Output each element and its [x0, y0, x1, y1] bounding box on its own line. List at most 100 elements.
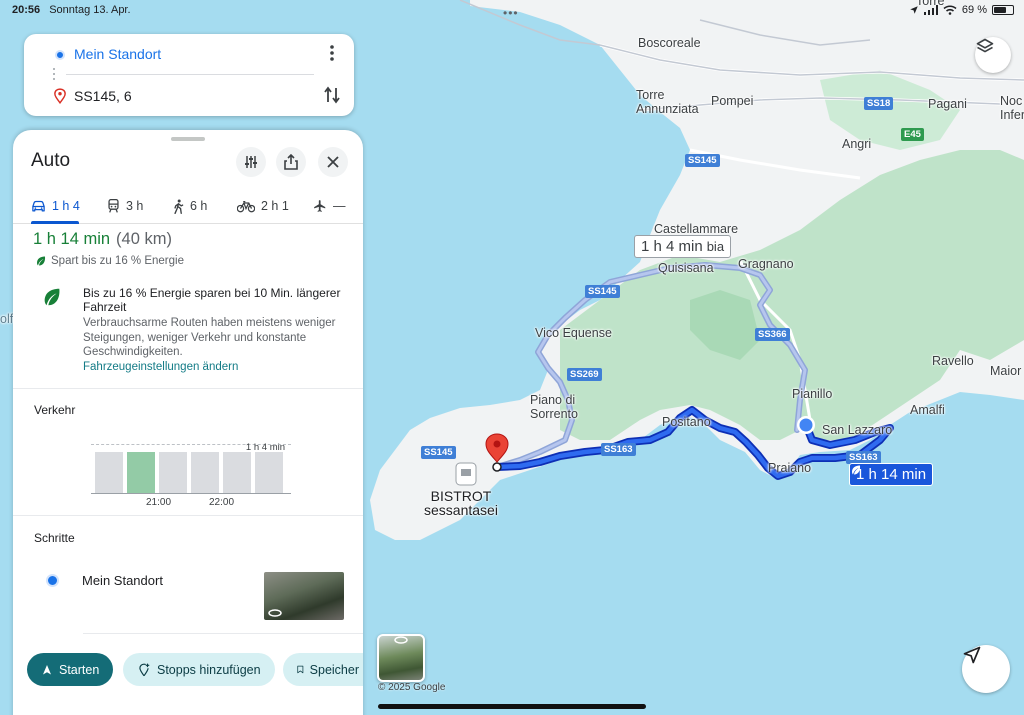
- map-label-san-lazzaro: San Lazzaro: [822, 423, 893, 437]
- save-button-label: Speicher: [309, 662, 359, 677]
- signal-icon: [923, 5, 938, 15]
- map-label-piano-di-sorrento: Piano di Sorrento: [530, 393, 578, 421]
- status-bar: 20:56 Sonntag 13. Apr. 69 %: [0, 0, 1024, 20]
- step-origin-label: Mein Standort: [82, 573, 163, 588]
- walk-icon: [174, 199, 184, 214]
- map-label-torre-annunziata: Torre Annunziata: [636, 88, 699, 116]
- map-label-bistrot[interactable]: BISTROT sessantasei: [424, 489, 498, 517]
- map-label-pompei: Pompei: [711, 94, 754, 108]
- vehicle-settings-link[interactable]: Fahrzeugeinstellungen ändern: [83, 360, 349, 374]
- leaf-icon: [37, 256, 46, 266]
- add-stops-button[interactable]: Stopps hinzufügen: [123, 653, 275, 686]
- tab-flight-label: —: [333, 199, 346, 213]
- street-view-icon: [268, 609, 282, 617]
- tab-walk[interactable]: 6 h: [173, 194, 207, 218]
- chart-tick-2100: 21:00: [146, 497, 172, 508]
- status-date: Sonntag 13. Apr.: [49, 4, 131, 16]
- battery-percent: 69 %: [961, 4, 987, 16]
- close-icon: [327, 156, 339, 168]
- location-arrow-icon: [910, 6, 918, 14]
- map-label-pagani: Pagani: [928, 97, 967, 111]
- road-shield-e45: E45: [901, 128, 924, 141]
- tab-transit-label: 3 h: [126, 199, 144, 213]
- navigation-arrow-icon: [963, 646, 981, 664]
- traffic-bar: [255, 452, 283, 493]
- energy-savings-line: Spart bis zu 16 % Energie: [35, 255, 184, 267]
- step-origin-dot-icon: [46, 574, 59, 587]
- road-shield-ss18: SS18: [864, 97, 894, 110]
- route-summary: 1 h 14 min (40 km): [33, 230, 172, 249]
- panel-grabber[interactable]: [171, 137, 205, 141]
- start-button[interactable]: Starten: [27, 653, 114, 686]
- road-shield-ss163-west: SS163: [601, 443, 636, 456]
- tab-car[interactable]: 1 h 4: [31, 194, 80, 218]
- road-shield-ss145-south: SS145: [421, 446, 456, 459]
- route-main-label[interactable]: 1 h 14 min: [849, 463, 934, 486]
- map-copyright: © 2025 Google: [378, 682, 446, 693]
- map-label-angri: Angri: [842, 137, 872, 151]
- map-label-positano: Positano: [662, 415, 711, 429]
- navigation-button[interactable]: [962, 645, 1010, 693]
- map-label-ravello: Ravello: [932, 354, 974, 368]
- battery-icon: [992, 5, 1014, 15]
- chart-axis: [91, 493, 291, 494]
- tab-flight[interactable]: —: [313, 194, 346, 218]
- car-icon: [32, 200, 45, 211]
- chart-reference-line: 1 h 4 min: [91, 442, 291, 453]
- eco-route-info: Bis zu 16 % Energie sparen bei 10 Min. l…: [39, 286, 349, 374]
- road-shield-ss366: SS366: [755, 328, 790, 341]
- more-options-button[interactable]: [322, 45, 342, 65]
- save-button[interactable]: Speicher: [283, 653, 363, 686]
- wifi-icon: [943, 5, 957, 15]
- step-street-view-image[interactable]: [264, 572, 344, 620]
- map-label-castellammare: Castellammare: [654, 222, 739, 236]
- status-right: 69 %: [909, 4, 1014, 16]
- status-time: 20:56: [12, 4, 41, 16]
- section-divider: [13, 515, 363, 516]
- layers-button[interactable]: [975, 37, 1011, 73]
- map-label-amalfi: Amalfi: [910, 403, 945, 417]
- traffic-bar: [191, 452, 219, 493]
- search-divider: [66, 74, 314, 75]
- layers-icon: [976, 38, 994, 53]
- home-indicator[interactable]: [378, 704, 646, 709]
- map-label-golf: olf: [0, 312, 14, 326]
- swap-button[interactable]: [322, 86, 342, 106]
- destination-field[interactable]: SS145, 6: [74, 88, 132, 104]
- close-button[interactable]: [318, 147, 348, 177]
- share-button[interactable]: [276, 147, 306, 177]
- eco-leaf-icon: [44, 288, 60, 306]
- destination-pin-icon: [54, 88, 66, 104]
- more-vert-icon: [330, 45, 334, 61]
- tab-transit[interactable]: 3 h: [107, 194, 143, 218]
- map-label-nocera: Noc Infer: [1000, 94, 1024, 122]
- street-view-thumbnail[interactable]: [377, 634, 425, 682]
- status-left: 20:56 Sonntag 13. Apr.: [12, 4, 131, 16]
- map-label-pianillo: Pianillo: [792, 387, 833, 401]
- route-connector-dots: [52, 68, 56, 83]
- section-divider: [13, 388, 363, 389]
- route-alt-label[interactable]: 1 h 4 min bia: [634, 235, 732, 258]
- bookmark-icon: [297, 665, 304, 674]
- road-shield-ss145-north: SS145: [685, 154, 720, 167]
- origin-field[interactable]: Mein Standort: [74, 46, 161, 62]
- traffic-bar: [159, 452, 187, 493]
- traffic-chart: 1 h 4 min 21:00 22:00: [91, 435, 291, 515]
- battery-level: [994, 7, 1007, 13]
- road-shield-ss269: SS269: [567, 368, 602, 381]
- route-distance: (40 km): [116, 230, 172, 248]
- active-tab-indicator: [31, 221, 79, 224]
- traffic-bar: [95, 452, 123, 493]
- tab-bike-label: 2 h 1: [261, 199, 289, 213]
- map-label-quisisana: Quisisana: [658, 261, 714, 275]
- route-options-button[interactable]: [236, 147, 266, 177]
- road-shield-ss145-mid: SS145: [585, 285, 620, 298]
- panel-title: Auto: [31, 150, 71, 171]
- add-stops-label: Stopps hinzufügen: [157, 662, 261, 677]
- route-duration: 1 h 14 min: [33, 230, 111, 248]
- street-view-icon: [394, 636, 408, 644]
- map-label-praiano: Praiano: [768, 461, 812, 475]
- traffic-heading: Verkehr: [34, 403, 76, 417]
- tab-bike[interactable]: 2 h 1: [237, 194, 289, 218]
- chart-tick-2200: 22:00: [209, 497, 235, 508]
